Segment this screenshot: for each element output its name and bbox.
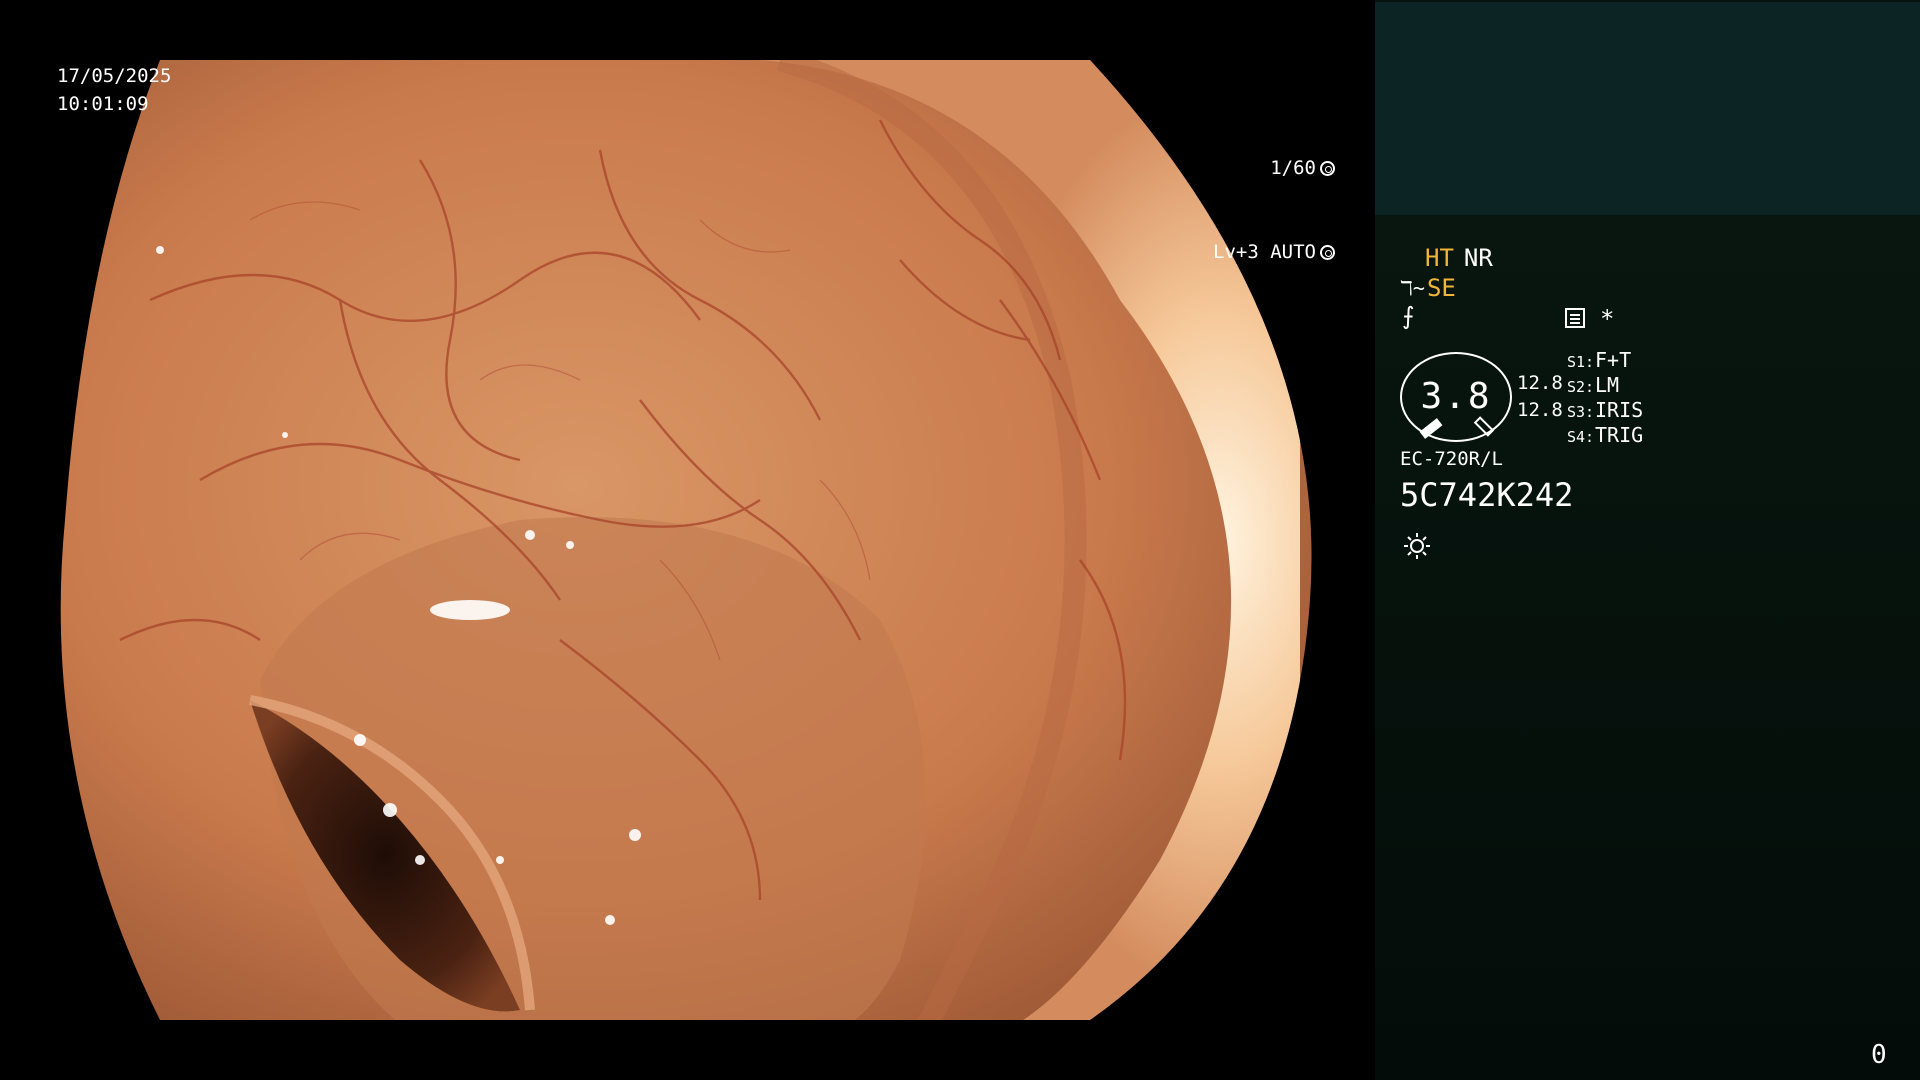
switch-value: LM	[1595, 373, 1620, 397]
switch-value: F+T	[1595, 348, 1632, 372]
switch-value: IRIS	[1595, 398, 1644, 422]
exposure-display: 1/60 Lv+3 AUTO	[1075, 98, 1335, 322]
switch-s3: S3: IRIS	[1567, 398, 1643, 422]
endoscope-view: 17/05/2025 10:01:09 1/60 Lv+3 AUTO	[0, 0, 1375, 1080]
settings-area	[1375, 215, 1920, 1080]
switch-key: S4:	[1567, 428, 1595, 446]
sensitivity-2: 12.8	[1517, 399, 1563, 421]
frame-counter: 0	[1871, 1040, 1887, 1070]
level-text: Lv+3 AUTO	[1213, 241, 1316, 263]
enhance-mode: SE	[1426, 274, 1456, 302]
f-curve-icon: ⨍	[1402, 302, 1415, 330]
mode-secondary: NR	[1463, 244, 1493, 272]
patient-info-area	[1375, 2, 1920, 215]
sensitivity-1: 12.8	[1517, 372, 1563, 394]
light-source-icon	[1404, 533, 1430, 559]
auto-iris-icon	[1320, 244, 1335, 260]
datetime-display: 17/05/2025 10:01:09	[57, 62, 171, 118]
switch-s4: S4: TRIG	[1567, 423, 1643, 447]
switch-s1: S1: F+T	[1567, 348, 1631, 372]
image-mode-row: HT NR	[1425, 244, 1493, 272]
star-marker: *	[1600, 305, 1615, 333]
info-panel: HT NR ℸ~ SE ⨍ * 3.8 12.8 12.8 S1: F+T S2: LM…	[1375, 0, 1920, 1080]
menu-list-icon	[1565, 308, 1585, 328]
scope-serial: 5C742K242	[1400, 476, 1574, 514]
switch-value: TRIG	[1595, 423, 1644, 447]
gauge-value: 3.8	[1420, 376, 1492, 417]
structure-enhance-icon: ℸ~	[1400, 276, 1425, 300]
switch-key: S3:	[1567, 403, 1595, 421]
date-text: 17/05/2025	[57, 65, 172, 87]
gauge-needle-icon	[1419, 418, 1443, 439]
mode-primary: HT	[1425, 244, 1454, 272]
scope-model: EC-720R/L	[1400, 448, 1503, 470]
switch-s2: S2: LM	[1567, 373, 1619, 397]
time-text: 10:01:09	[57, 93, 149, 115]
shutter-icon	[1320, 160, 1335, 176]
switch-key: S1:	[1567, 353, 1595, 371]
switch-key: S2:	[1567, 378, 1595, 396]
enhance-row: ℸ~ SE	[1400, 274, 1456, 302]
gauge-display: 3.8	[1400, 352, 1512, 442]
shutter-text: 1/60	[1270, 157, 1316, 179]
